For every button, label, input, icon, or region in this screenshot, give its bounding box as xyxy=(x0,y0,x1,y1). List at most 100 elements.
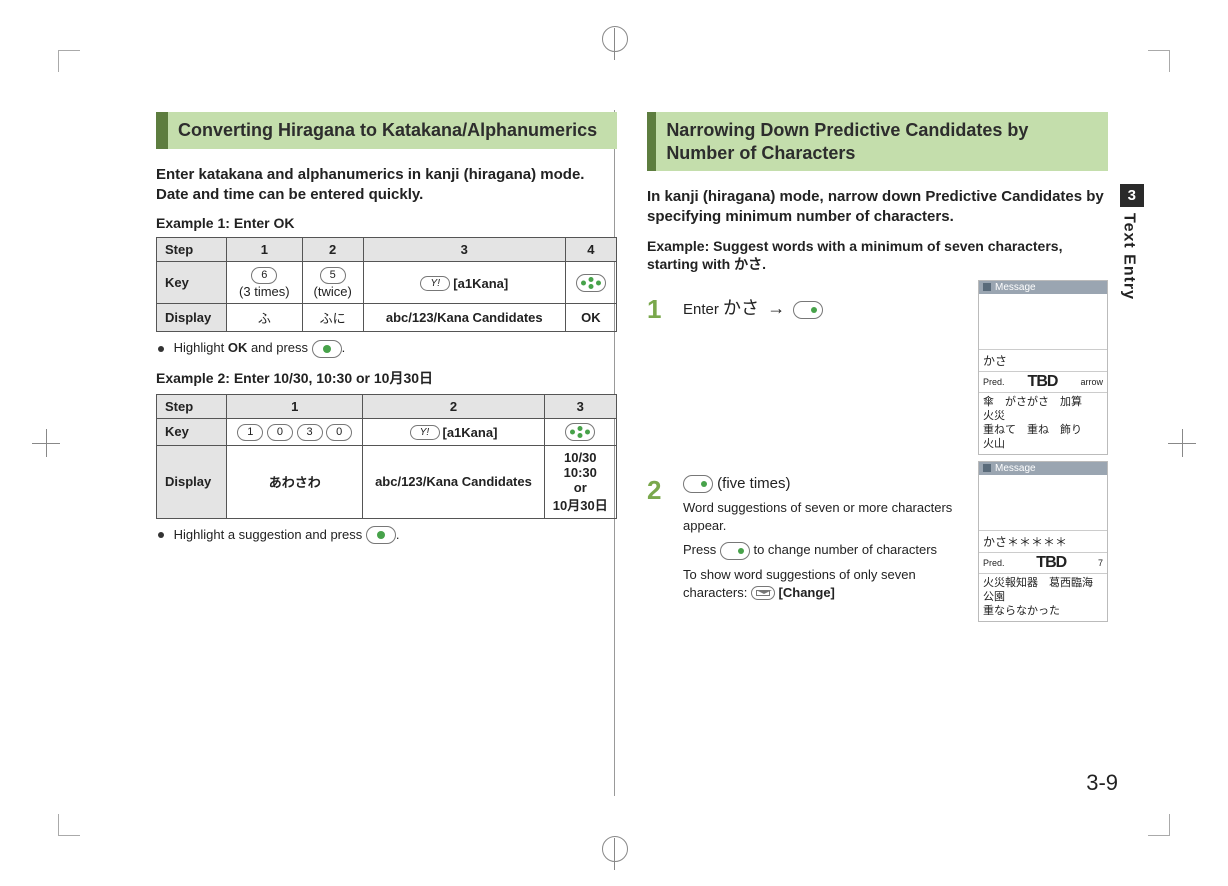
step-2-body: (five times) Word suggestions of seven o… xyxy=(683,475,968,602)
shot2-title: Message xyxy=(995,463,1036,474)
ex1-bullet: Highlight OK and press . xyxy=(158,338,617,358)
step-2-b1-a: Press xyxy=(683,542,720,557)
shot2-pred-r: 7 xyxy=(1098,558,1103,568)
step-2-bullet2: To show word suggestions of only seven c… xyxy=(683,566,968,602)
t1-key-2: 5 (twice) xyxy=(302,262,363,304)
ex2-bullet-text: Highlight a suggestion and press xyxy=(174,527,366,542)
t2-disp-1: あわさわ xyxy=(227,445,363,518)
header-accent-bar xyxy=(156,112,168,149)
keycap-3: 3 xyxy=(297,424,323,441)
chapter-label: Text Entry xyxy=(1120,213,1138,300)
t1-disp-label: Display xyxy=(157,304,227,332)
t2-head-step: Step xyxy=(157,394,227,418)
right-intro: In kanji (hiragana) mode, narrow down Pr… xyxy=(647,187,1108,228)
shot2-cand1: 火災報知器 葛西臨海公園 xyxy=(983,576,1103,605)
softkey-y: Y! xyxy=(420,276,450,291)
t2-key-2: Y! [a1Kana] xyxy=(363,418,544,445)
keycap-1: 1 xyxy=(237,424,263,441)
t1-key-3: Y! [a1Kana] xyxy=(363,262,565,304)
ex1-bullet-c: and press xyxy=(247,340,311,355)
center-key-icon-2 xyxy=(366,526,396,544)
shot1-pred-c: TBD xyxy=(1028,373,1058,391)
step-2-bullet1: Press to change number of characters xyxy=(683,541,968,560)
app-icon xyxy=(983,283,991,291)
step-1-text-a: Enter xyxy=(683,301,723,318)
side-tab: 3 Text Entry xyxy=(1120,184,1144,300)
t2-head-2: 2 xyxy=(363,394,544,418)
multi-selector-icon-2 xyxy=(565,423,595,441)
keycap-6: 6 xyxy=(251,267,277,284)
shot2-candidates: 火災報知器 葛西臨海公園 重ならなかった xyxy=(979,574,1107,621)
shot1-candidates: 傘 がさがさ 加算 火災 重ねて 重ね 飾り 火山 xyxy=(979,393,1107,454)
t1-head-2: 2 xyxy=(302,238,363,262)
corner-top-right xyxy=(1148,50,1170,72)
step-2-main: (five times) xyxy=(717,475,790,492)
ex1-bullet-a: Highlight xyxy=(174,340,228,355)
t2-head-1: 1 xyxy=(227,394,363,418)
multi-selector-icon xyxy=(576,274,606,292)
right-column: Narrowing Down Predictive Candidates by … xyxy=(647,112,1108,796)
t1-key-1: 6 (3 times) xyxy=(227,262,303,304)
step-2: 2 (five times) Word suggestions of seven… xyxy=(647,475,968,602)
t2-disp-2-text: abc/123/Kana Candidates xyxy=(375,474,532,489)
shot2-textarea xyxy=(979,475,1107,531)
corner-bottom-left xyxy=(58,814,80,836)
t2-disp-label: Display xyxy=(157,445,227,518)
section-title-left: Converting Hiragana to Katakana/Alphanum… xyxy=(168,112,607,149)
shot1-cand1: 傘 がさがさ 加算 火災 xyxy=(983,395,1103,424)
t1-head-3: 3 xyxy=(363,238,565,262)
t1-head-1: 1 xyxy=(227,238,303,262)
corner-top-left xyxy=(58,50,80,72)
shot2-pred-l: Pred. xyxy=(983,558,1005,568)
softkey-y-label: [a1Kana] xyxy=(453,276,508,291)
t2-key-1: 1 0 3 0 xyxy=(227,418,363,445)
t1-key-4 xyxy=(565,262,616,304)
chapter-number: 3 xyxy=(1120,184,1144,207)
t1-disp-2: ふに xyxy=(302,304,363,332)
bullet-dot-icon-2 xyxy=(158,532,164,538)
step-2-b2-key: [Change] xyxy=(779,585,835,600)
shot2-cand2: 重ならなかった xyxy=(983,604,1103,618)
keycap-0a: 0 xyxy=(267,424,293,441)
shot1-pred-r: arrow xyxy=(1080,377,1103,387)
example1-label: Example 1: Enter OK xyxy=(156,215,617,231)
t1-disp-3-text: abc/123/Kana Candidates xyxy=(386,310,543,325)
step-2-sub1: Word suggestions of seven or more charac… xyxy=(683,499,968,535)
t2-disp-3: 10/30 10:30 or 10月30日 xyxy=(544,445,616,518)
shot2-input: かさ＊＊＊＊＊ xyxy=(979,531,1107,553)
page-number: 3-9 xyxy=(1086,770,1118,796)
keycap-0b: 0 xyxy=(326,424,352,441)
section-header-left: Converting Hiragana to Katakana/Alphanum… xyxy=(156,112,617,149)
shot2-pred-c: TBD xyxy=(1036,554,1066,572)
t2-disp-3-text: 10/30 10:30 or 10月30日 xyxy=(553,450,608,513)
step-1-kana: かさ xyxy=(723,298,759,318)
step-1: 1 Enter かさ → xyxy=(647,294,968,325)
shot2-titlebar: Message xyxy=(979,462,1107,475)
shot1-titlebar: Message xyxy=(979,281,1107,294)
step-1-body: Enter かさ → xyxy=(683,294,968,320)
ex2-bullet: Highlight a suggestion and press . xyxy=(158,525,617,545)
shot1-title: Message xyxy=(995,282,1036,293)
t1-head-step: Step xyxy=(157,238,227,262)
section-header-right: Narrowing Down Predictive Candidates by … xyxy=(647,112,1108,171)
t2-key-label: Key xyxy=(157,418,227,445)
example1-table: Step 1 2 3 4 Key 6 (3 times) 5 (twice) xyxy=(156,237,617,332)
t1-disp-4-text: OK xyxy=(581,310,601,325)
right-key-icon xyxy=(793,301,823,319)
example2-label: Example 2: Enter 10/30, 10:30 or 10月30日 xyxy=(156,368,617,388)
example2-table: Step 1 2 3 Key 1 0 3 0 Y! [a1Kana] xyxy=(156,394,617,519)
mail-key-icon xyxy=(751,586,775,600)
shot1-cand2: 重ねて 重ね 飾り 火山 xyxy=(983,423,1103,452)
t1-disp-3: abc/123/Kana Candidates xyxy=(363,304,565,332)
left-intro: Enter katakana and alphanumerics in kanj… xyxy=(156,165,617,206)
ex1-bullet-b: OK xyxy=(228,340,248,355)
right-key-icon-2 xyxy=(683,475,713,493)
step-2-number: 2 xyxy=(647,475,671,506)
bullet-dot-icon xyxy=(158,346,164,352)
arrow-icon: → xyxy=(767,298,785,318)
shot1-pred-l: Pred. xyxy=(983,377,1005,387)
t1-disp-4: OK xyxy=(565,304,616,332)
section-title-right: Narrowing Down Predictive Candidates by … xyxy=(656,112,1108,171)
t2-disp-2: abc/123/Kana Candidates xyxy=(363,445,544,518)
keycap-5: 5 xyxy=(320,267,346,284)
